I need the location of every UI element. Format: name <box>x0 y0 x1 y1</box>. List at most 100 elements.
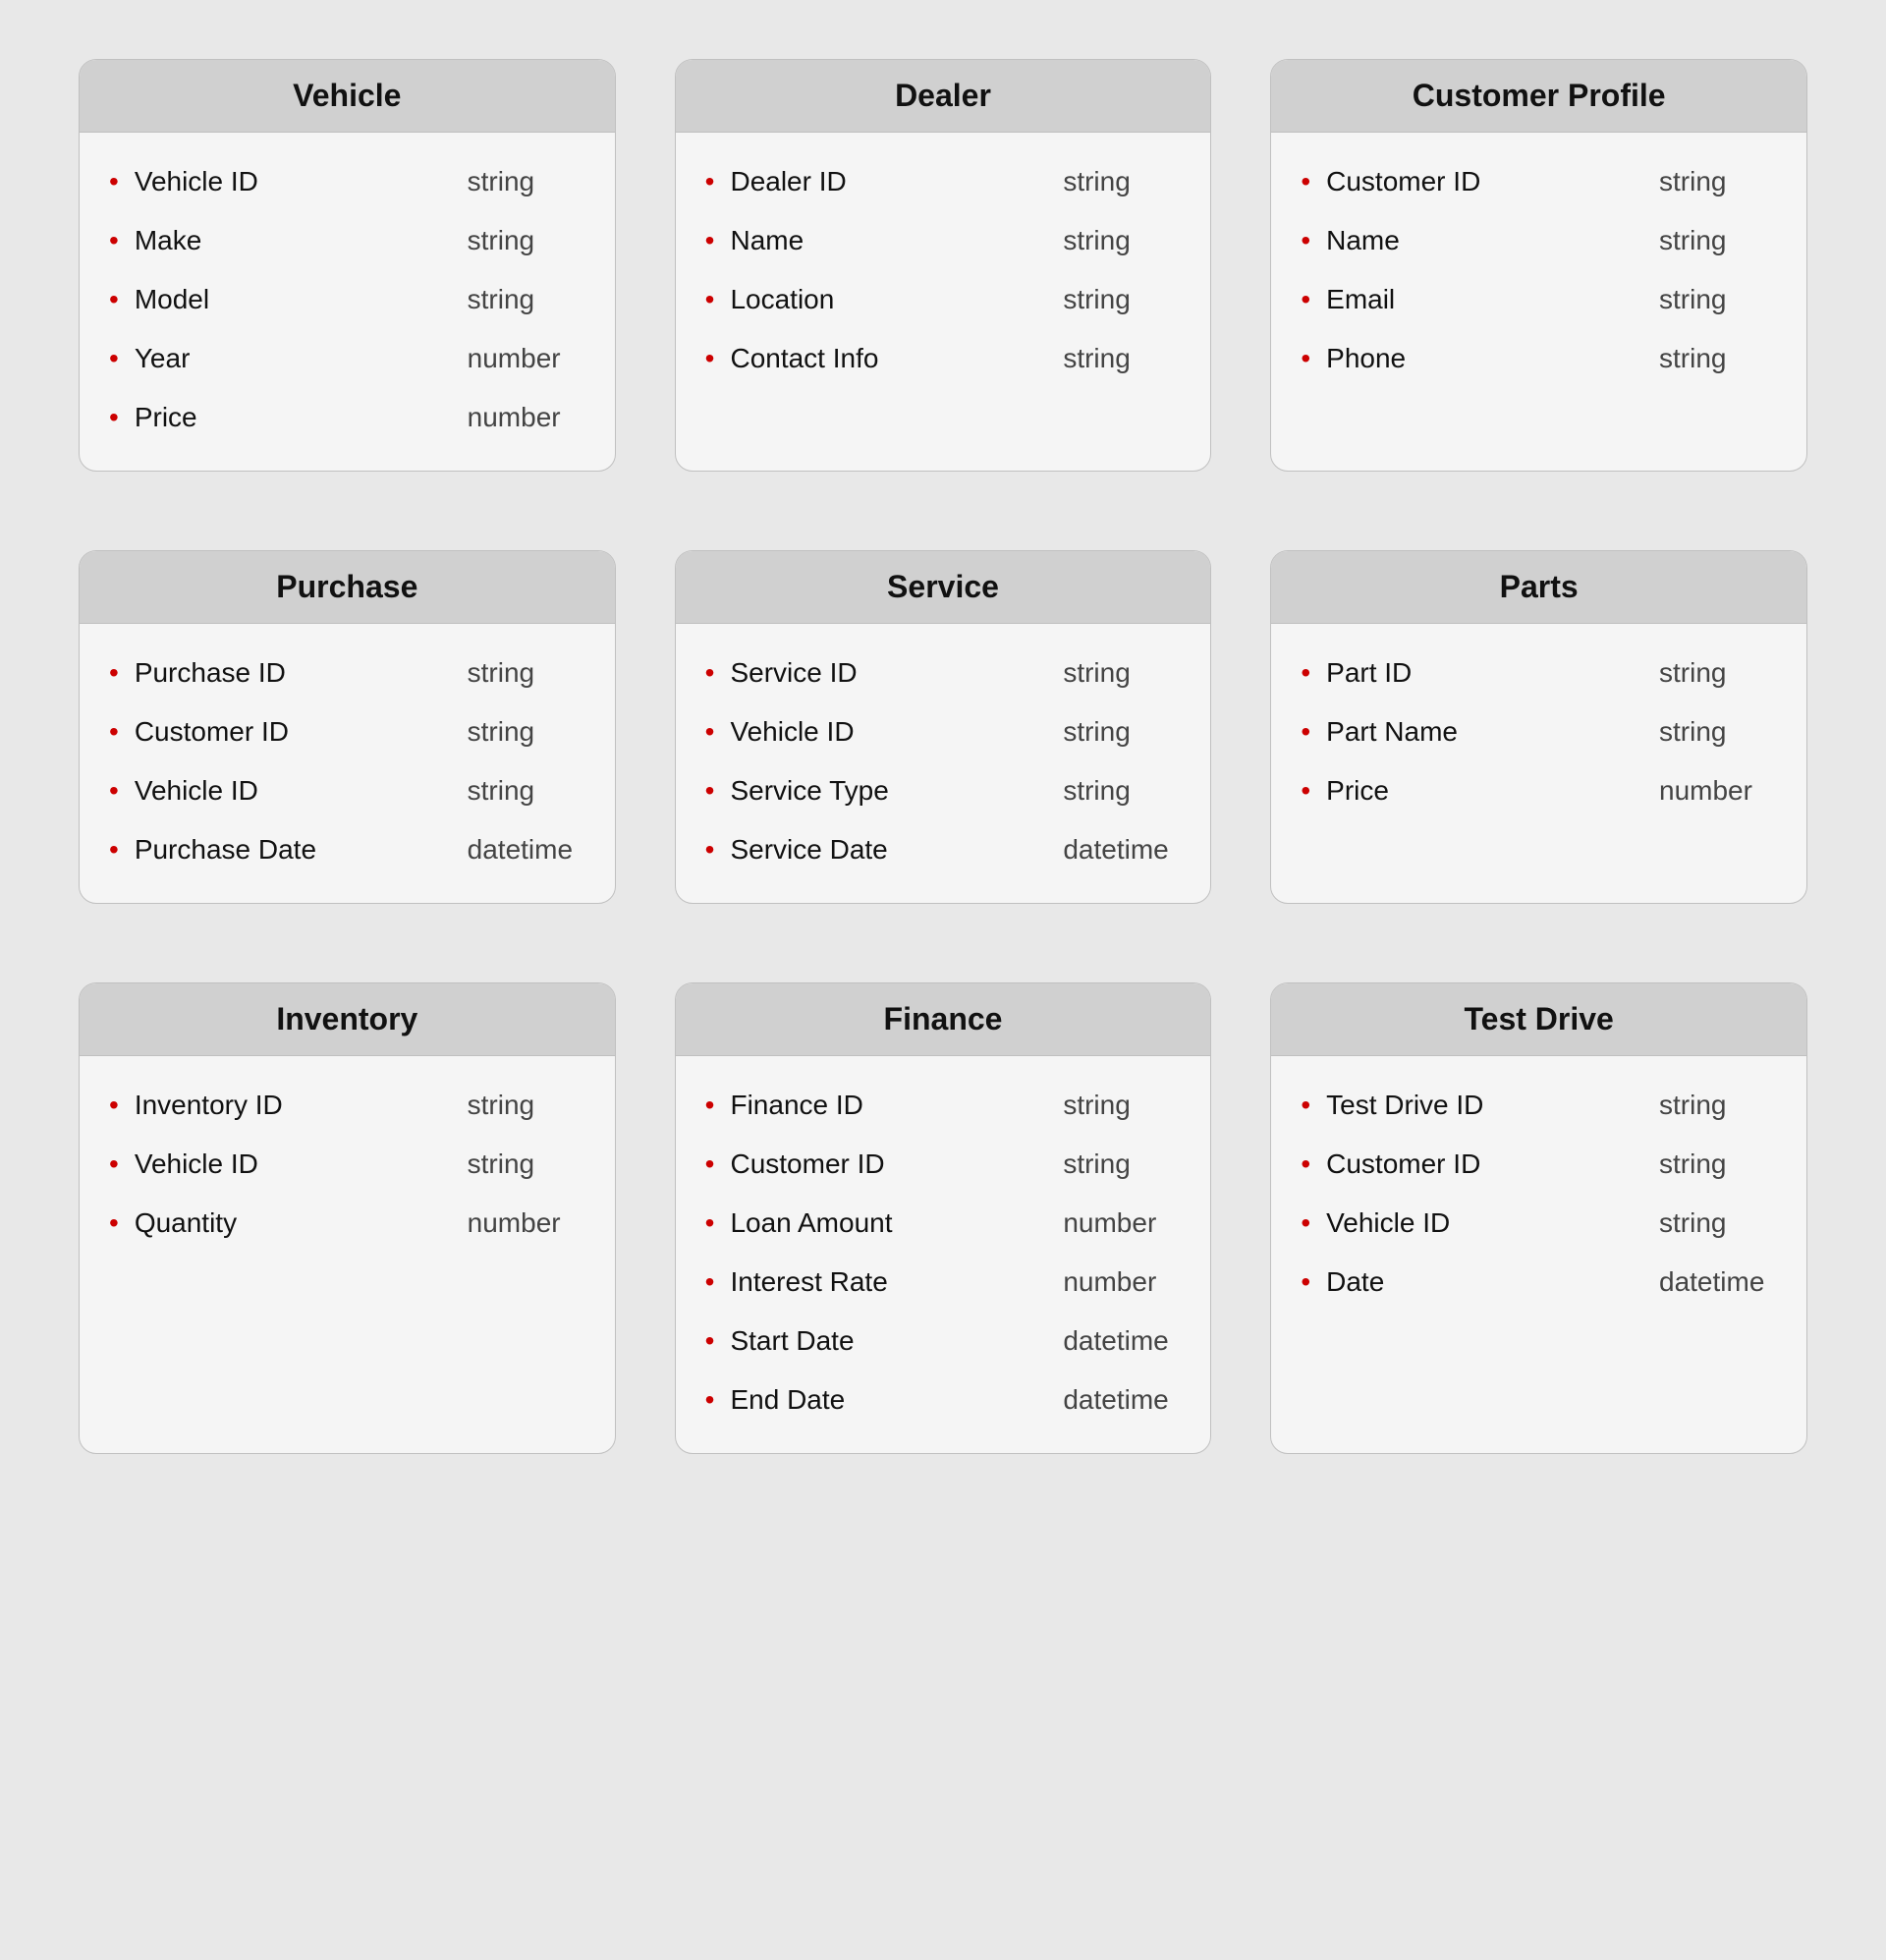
field-type-label: datetime <box>1063 1325 1181 1357</box>
entity-card-parts: Parts•Part IDstring•Part Namestring•Pric… <box>1270 550 1807 904</box>
field-type-label: string <box>1659 1148 1777 1180</box>
field-type-label: datetime <box>468 834 585 866</box>
field-bullet-icon: • <box>705 718 715 746</box>
field-name-label: Vehicle ID <box>135 166 448 197</box>
field-row: • Customer ID string <box>1301 1135 1777 1194</box>
field-name-label: Customer ID <box>1326 1148 1639 1180</box>
entity-fields-purchase: •Purchase IDstring•Customer IDstring•Veh… <box>80 624 615 903</box>
field-row: •Emailstring <box>1301 270 1777 329</box>
field-bullet-icon: • <box>109 227 119 254</box>
entity-fields-customer-profile: •Customer IDstring•Namestring•Emailstrin… <box>1271 133 1806 412</box>
field-bullet-icon: • <box>1301 1209 1310 1237</box>
field-type-label: string <box>1659 1207 1777 1239</box>
entity-fields-service: •Service IDstring•Vehicle IDstring•Servi… <box>676 624 1211 903</box>
field-bullet-icon: • <box>109 718 119 746</box>
field-row: •Finance IDstring <box>705 1076 1182 1135</box>
field-row: •Pricenumber <box>109 388 585 447</box>
field-type-label: string <box>1659 343 1777 374</box>
field-bullet-icon: • <box>1301 345 1310 372</box>
field-bullet-icon: • <box>109 404 119 431</box>
field-row: •Datedatetime <box>1301 1253 1777 1312</box>
field-row: • Test Drive ID string <box>1301 1076 1777 1135</box>
field-row: •Interest Ratenumber <box>705 1253 1182 1312</box>
field-bullet-icon: • <box>109 168 119 196</box>
field-name-label: Name <box>730 225 1043 256</box>
field-bullet-icon: • <box>1301 1268 1310 1296</box>
field-name-label: Service Date <box>730 834 1043 866</box>
field-type-label: string <box>1659 166 1777 197</box>
field-type-label: string <box>468 657 585 689</box>
field-row: •Purchase IDstring <box>109 644 585 702</box>
field-name-label: Price <box>1326 775 1639 807</box>
field-type-label: string <box>1659 716 1777 748</box>
entity-fields-parts: •Part IDstring•Part Namestring•Pricenumb… <box>1271 624 1806 844</box>
field-name-label: Email <box>1326 284 1639 315</box>
entity-title-inventory: Inventory <box>80 983 615 1056</box>
field-row: •Namestring <box>705 211 1182 270</box>
field-bullet-icon: • <box>109 1150 119 1178</box>
field-row: •Yearnumber <box>109 329 585 388</box>
entity-title-dealer: Dealer <box>676 60 1211 133</box>
entity-fields-inventory: •Inventory IDstring•Vehicle IDstring•Qua… <box>80 1056 615 1276</box>
field-row: •End Datedatetime <box>705 1371 1182 1429</box>
field-type-label: string <box>468 716 585 748</box>
field-type-label: datetime <box>1063 1384 1181 1416</box>
entity-title-parts: Parts <box>1271 551 1806 624</box>
field-type-label: string <box>1063 716 1181 748</box>
field-bullet-icon: • <box>1301 718 1310 746</box>
entity-fields-finance: •Finance IDstring•Customer IDstring•Loan… <box>676 1056 1211 1453</box>
entity-fields-dealer: •Dealer IDstring•Namestring•Locationstri… <box>676 133 1211 412</box>
field-row: •Start Datedatetime <box>705 1312 1182 1371</box>
field-bullet-icon: • <box>109 345 119 372</box>
entity-fields-vehicle: •Vehicle IDstring•Makestring•Modelstring… <box>80 133 615 471</box>
field-row: •Vehicle IDstring <box>109 1135 585 1194</box>
field-name-label: Inventory ID <box>135 1090 448 1121</box>
field-type-label: string <box>1659 284 1777 315</box>
field-bullet-icon: • <box>705 1150 715 1178</box>
field-bullet-icon: • <box>705 1327 715 1355</box>
field-type-label: string <box>1659 225 1777 256</box>
field-name-label: Model <box>135 284 448 315</box>
field-row: •Purchase Datedatetime <box>109 820 585 879</box>
field-row: •Contact Infostring <box>705 329 1182 388</box>
entity-title-customer-profile: Customer Profile <box>1271 60 1806 133</box>
entity-card-test-drive: Test Drive•Test Drive IDstring•Customer … <box>1270 982 1807 1454</box>
field-bullet-icon: • <box>705 836 715 864</box>
field-row: •Vehicle IDstring <box>705 702 1182 761</box>
field-bullet-icon: • <box>705 1386 715 1414</box>
field-name-label: Contact Info <box>730 343 1043 374</box>
field-type-label: string <box>1063 166 1181 197</box>
field-bullet-icon: • <box>1301 1092 1310 1119</box>
field-name-label: Service Type <box>730 775 1043 807</box>
field-type-label: datetime <box>1659 1266 1777 1298</box>
field-bullet-icon: • <box>705 659 715 687</box>
entity-card-dealer: Dealer•Dealer IDstring•Namestring•Locati… <box>675 59 1212 472</box>
field-bullet-icon: • <box>705 1268 715 1296</box>
field-type-label: string <box>1659 1090 1777 1121</box>
field-row: •Modelstring <box>109 270 585 329</box>
field-type-label: number <box>468 402 585 433</box>
field-row: •Customer IDstring <box>705 1135 1182 1194</box>
field-type-label: string <box>1063 1148 1181 1180</box>
field-bullet-icon: • <box>705 227 715 254</box>
field-bullet-icon: • <box>1301 777 1310 805</box>
field-row: •Phonestring <box>1301 329 1777 388</box>
field-type-label: number <box>1063 1207 1181 1239</box>
field-name-label: Test Drive ID <box>1326 1090 1639 1121</box>
field-row: •Pricenumber <box>1301 761 1777 820</box>
field-name-label: Service ID <box>730 657 1043 689</box>
entity-title-service: Service <box>676 551 1211 624</box>
field-name-label: Purchase ID <box>135 657 448 689</box>
field-name-label: Finance ID <box>730 1090 1043 1121</box>
field-name-label: Dealer ID <box>730 166 1043 197</box>
entity-title-vehicle: Vehicle <box>80 60 615 133</box>
field-bullet-icon: • <box>1301 168 1310 196</box>
field-type-label: string <box>468 1090 585 1121</box>
field-bullet-icon: • <box>1301 1150 1310 1178</box>
field-name-label: Make <box>135 225 448 256</box>
field-row: •Vehicle IDstring <box>109 761 585 820</box>
field-type-label: string <box>468 775 585 807</box>
field-bullet-icon: • <box>109 1092 119 1119</box>
field-type-label: string <box>468 284 585 315</box>
entity-fields-test-drive: •Test Drive IDstring•Customer IDstring•V… <box>1271 1056 1806 1335</box>
